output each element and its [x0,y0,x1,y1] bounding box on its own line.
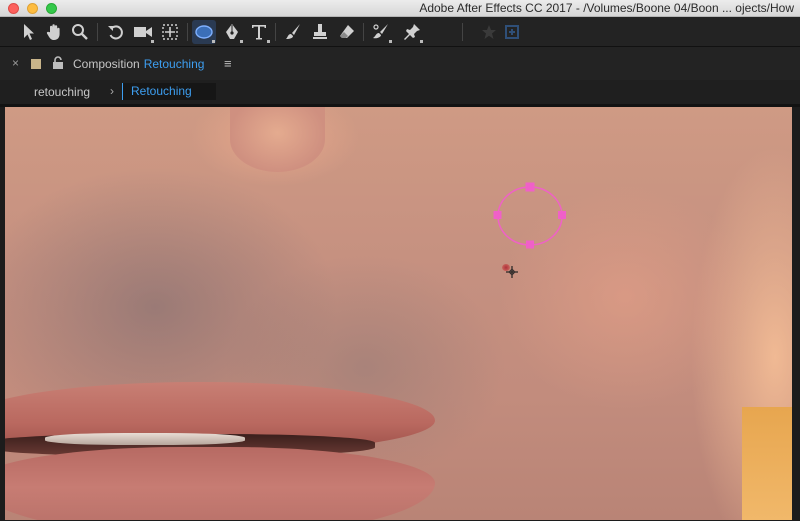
tool-group-indicator [389,40,392,43]
composition-breadcrumb: retouching › Retouching [0,80,800,104]
camera-icon [134,27,152,37]
minimize-window-button[interactable] [27,3,38,14]
composition-name: Retouching [143,57,205,71]
type-icon [252,25,266,40]
brush-tool[interactable] [281,20,305,44]
mask-overlay [493,182,566,278]
type-tool[interactable] [247,20,271,44]
star-icon [482,25,496,39]
tools-toolbar [0,17,800,47]
rotate-icon [108,25,123,40]
hand-tool[interactable] [42,20,66,44]
pan-behind-icon [162,24,178,40]
window-title: Adobe After Effects CC 2017 - /Volumes/B… [419,1,794,15]
pin-icon [404,24,420,40]
move-cursor-icon [506,266,518,278]
close-panel-icon[interactable]: × [12,57,19,69]
snap-icon [505,25,519,39]
stamp-icon [313,24,327,39]
toolbar-divider [462,23,463,41]
clone-stamp-tool[interactable] [308,20,332,44]
ellipse-mask-path[interactable] [497,186,563,246]
breadcrumb-current[interactable]: Retouching [122,83,216,100]
ellipse-tool[interactable] [192,20,216,44]
ellipse-icon [195,25,213,39]
label-color-swatch [31,59,41,69]
toolbar-divider [97,23,98,41]
puppet-pin-tool[interactable] [400,20,424,44]
mask-vertex-left[interactable] [493,211,502,219]
viewer-edge [792,107,800,521]
eraser-icon [340,25,354,38]
toolbar-divider [363,23,364,41]
panel-menu-icon[interactable]: ≡ [224,57,232,71]
camera-tool[interactable] [131,20,155,44]
toolbar-divider [275,23,276,41]
breadcrumb-separator-icon: › [110,84,114,98]
selection-tool[interactable] [17,20,41,44]
arrow-icon [24,24,34,40]
composition-viewer[interactable] [5,107,792,520]
brush-icon [286,24,300,39]
hand-icon [46,24,60,40]
eraser-tool[interactable] [335,20,359,44]
tool-group-indicator [420,40,423,43]
pen-tool[interactable] [220,20,244,44]
pen-icon [226,24,238,39]
rotation-tool[interactable] [104,20,128,44]
magnifier-icon [72,24,88,40]
panel-label: Composition [73,57,140,71]
tool-group-indicator [151,40,154,43]
roto-brush-tool[interactable] [369,20,393,44]
local-axis-mode[interactable] [477,20,501,44]
tool-group-indicator [267,40,270,43]
title-bar: Adobe After Effects CC 2017 - /Volumes/B… [0,0,800,17]
zoom-window-button[interactable] [46,3,57,14]
panel-title: Composition Retouching [73,57,204,71]
close-window-button[interactable] [8,3,19,14]
toolbar-divider [187,23,188,41]
tool-group-indicator [212,40,215,43]
roto-brush-icon [373,24,388,39]
zoom-tool[interactable] [68,20,92,44]
snapping-toggle[interactable] [500,20,524,44]
mask-vertex-right[interactable] [558,211,566,219]
after-effects-window: Adobe After Effects CC 2017 - /Volumes/B… [0,0,800,521]
pan-behind-tool[interactable] [158,20,182,44]
breadcrumb-parent[interactable]: retouching [34,85,90,99]
lock-icon[interactable] [52,56,64,70]
composition-panel-header: × Composition Retouching ≡ [0,47,800,80]
mask-vertex-bottom[interactable] [526,240,534,249]
tool-group-indicator [240,40,243,43]
mask-vertex-top[interactable] [525,182,535,192]
